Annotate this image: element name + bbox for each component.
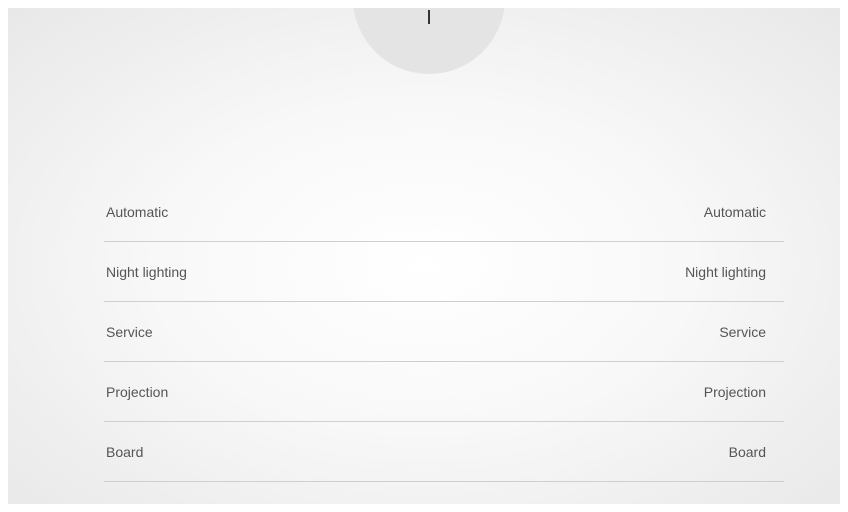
- dial-indicator-icon: [428, 10, 430, 24]
- mode-value: Night lighting: [685, 264, 766, 280]
- mode-row-night-lighting[interactable]: Night lighting Night lighting: [104, 242, 784, 302]
- mode-value: Projection: [703, 384, 766, 400]
- mode-label: Automatic: [106, 204, 169, 220]
- mode-value: Automatic: [703, 204, 766, 220]
- mode-label: Night lighting: [106, 264, 187, 280]
- mode-panel: Automatic Automatic Night lighting Night…: [8, 8, 840, 504]
- mode-value: Board: [728, 444, 766, 460]
- mode-row-projection[interactable]: Projection Projection: [104, 362, 784, 422]
- mode-label: Board: [106, 444, 144, 460]
- mode-dial[interactable]: [353, 8, 505, 74]
- mode-list: Automatic Automatic Night lighting Night…: [104, 182, 784, 482]
- mode-value: Service: [719, 324, 766, 340]
- mode-row-board[interactable]: Board Board: [104, 422, 784, 482]
- mode-label: Projection: [106, 384, 169, 400]
- mode-row-service[interactable]: Service Service: [104, 302, 784, 362]
- mode-label: Service: [106, 324, 153, 340]
- mode-row-automatic[interactable]: Automatic Automatic: [104, 182, 784, 242]
